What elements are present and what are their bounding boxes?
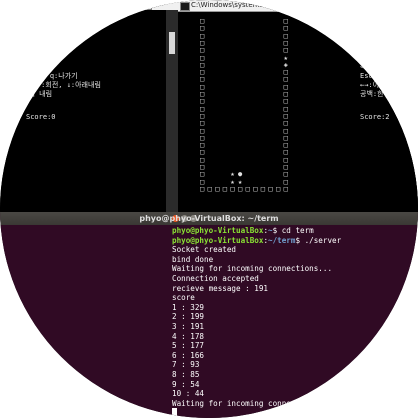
- terminal-line: recieve message : 191: [172, 283, 269, 293]
- score-entry: 6 : 166: [172, 350, 205, 360]
- console-line-move: ←→:이동, ↑:회전, ↓:아래내림: [3, 81, 101, 89]
- window-scrollbar[interactable]: [166, 10, 178, 212]
- terminal-line: bind done: [172, 254, 214, 264]
- edge-line-controls: <조작: [360, 63, 378, 71]
- edge-line-space: 공백:한: [360, 90, 384, 98]
- board-wall-cell: □: [215, 184, 220, 193]
- board-wall-cell: □: [268, 184, 273, 193]
- left-game-console[interactable]: ~를 즐겨요 <조작 방법> Esc:게임종료 q:나가기 ←→:이동, ↑:회…: [0, 0, 166, 212]
- edge-line-esc: Esc:게: [360, 72, 384, 80]
- score-entry: 5 : 177: [172, 341, 205, 351]
- board-wall-cell: □: [222, 184, 228, 193]
- window-title: C:\Windows\system32\c...: [191, 1, 282, 9]
- score-entry: 3 : 191: [172, 321, 205, 331]
- board-wall-cell: □: [283, 184, 288, 193]
- tetris-board: □ □ □ □ □ □ □ □ □ □ □ ★ □ ◈ □ □ □ □ □ □ □ □ □ □ □ □ □ □ □ □ □ □ □ □ □ □ □ □ □ □…: [200, 18, 292, 196]
- board-wall-cell: □: [207, 184, 212, 193]
- score-left: Score:0: [26, 113, 56, 121]
- right-edge-console: <조작 Esc:게 ←→:이 공백:한 Score:2: [356, 0, 418, 212]
- board-wall-cell: □: [276, 184, 281, 193]
- terminal-cursor-row: [172, 408, 418, 418]
- terminal-window[interactable]: phyo@phyo-VirtualBox: ~/term phyo@phyo-V…: [0, 212, 418, 418]
- console-line-controls-heading: <조작 방법>: [3, 63, 42, 71]
- terminal-output[interactable]: phyo@phyo-VirtualBox:~$ cd term phyo@phy…: [172, 226, 418, 418]
- console-line-greeting: ~를 즐겨요: [3, 40, 38, 48]
- terminal-line: phyo@phyo-VirtualBox:~$ cd term: [172, 226, 314, 235]
- board-wall-cell: □: [253, 184, 258, 193]
- board-wall-cell: □: [245, 184, 250, 193]
- edge-line-move: ←→:이: [360, 81, 380, 89]
- board-wall-cell: □: [230, 184, 235, 193]
- score-entry: 9 : 54: [172, 379, 200, 389]
- text-cursor: [172, 408, 177, 418]
- score-entry: 8 : 85: [172, 369, 200, 379]
- terminal-title: phyo@phyo-VirtualBox: ~/term: [139, 214, 279, 223]
- terminal-line: Waiting for incoming connections...: [172, 264, 333, 274]
- terminal-line: Socket created: [172, 245, 237, 255]
- console-line-drop: ↓↓:한칸씩 내림: [3, 90, 53, 98]
- minimize-icon[interactable]: [126, 2, 138, 10]
- score-entry: 7 : 93: [172, 360, 200, 370]
- screen-lens: ~를 즐겨요 <조작 방법> Esc:게임종료 q:나가기 ←→:이동, ↑:회…: [0, 0, 418, 418]
- console-line-esc: Esc:게임종료 q:나가기: [3, 72, 78, 80]
- maximize-icon[interactable]: [140, 2, 152, 10]
- board-wall-cell: □: [200, 184, 205, 193]
- score-entry: 1 : 329: [172, 302, 205, 312]
- score-entry: 4 : 178: [172, 331, 205, 341]
- terminal-line: Waiting for incoming connections...: [172, 398, 333, 408]
- terminal-line: Connection accepted: [172, 273, 259, 283]
- board-wall-cell: □: [260, 184, 266, 193]
- scrollbar-thumb[interactable]: [169, 32, 175, 54]
- terminal-line: phyo@phyo-VirtualBox:~/term$ ./server: [172, 235, 342, 245]
- score-right: Score:2: [360, 113, 390, 121]
- terminal-titlebar[interactable]: phyo@phyo-VirtualBox: ~/term: [0, 212, 418, 225]
- left-window-titlebar[interactable]: [120, 0, 180, 10]
- board-wall-cell: □: [238, 184, 243, 193]
- score-entry: 2 : 199: [172, 312, 205, 322]
- terminal-line: score: [172, 293, 195, 303]
- cmd-icon: [180, 2, 190, 11]
- score-entry: 10 : 44: [172, 389, 205, 399]
